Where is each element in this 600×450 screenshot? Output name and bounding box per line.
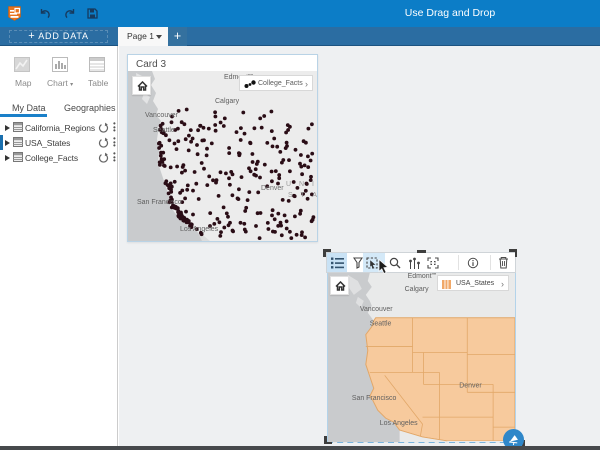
svg-text:S T A T: S T A T <box>288 192 317 199</box>
svg-text:U N I T E: U N I T E <box>286 181 317 188</box>
svg-text:Calgary: Calgary <box>405 286 429 293</box>
svg-text:Vancouver: Vancouver <box>360 306 393 313</box>
svg-text:Los Angeles: Los Angeles <box>180 226 219 233</box>
svg-text:Seattle: Seattle <box>153 127 175 134</box>
svg-text:Edmont””: Edmont”” <box>408 273 437 280</box>
svg-text:Los Angeles: Los Angeles <box>380 420 418 427</box>
svg-text:Seattle: Seattle <box>370 321 392 328</box>
svg-text:Calgary: Calgary <box>215 98 240 105</box>
svg-text:San Francisco: San Francisco <box>137 199 182 206</box>
svg-text:Denver: Denver <box>459 382 482 389</box>
svg-text:Vancouver: Vancouver <box>145 112 179 119</box>
svg-text:San Francisco: San Francisco <box>352 395 397 402</box>
svg-text:Denver: Denver <box>261 185 284 192</box>
